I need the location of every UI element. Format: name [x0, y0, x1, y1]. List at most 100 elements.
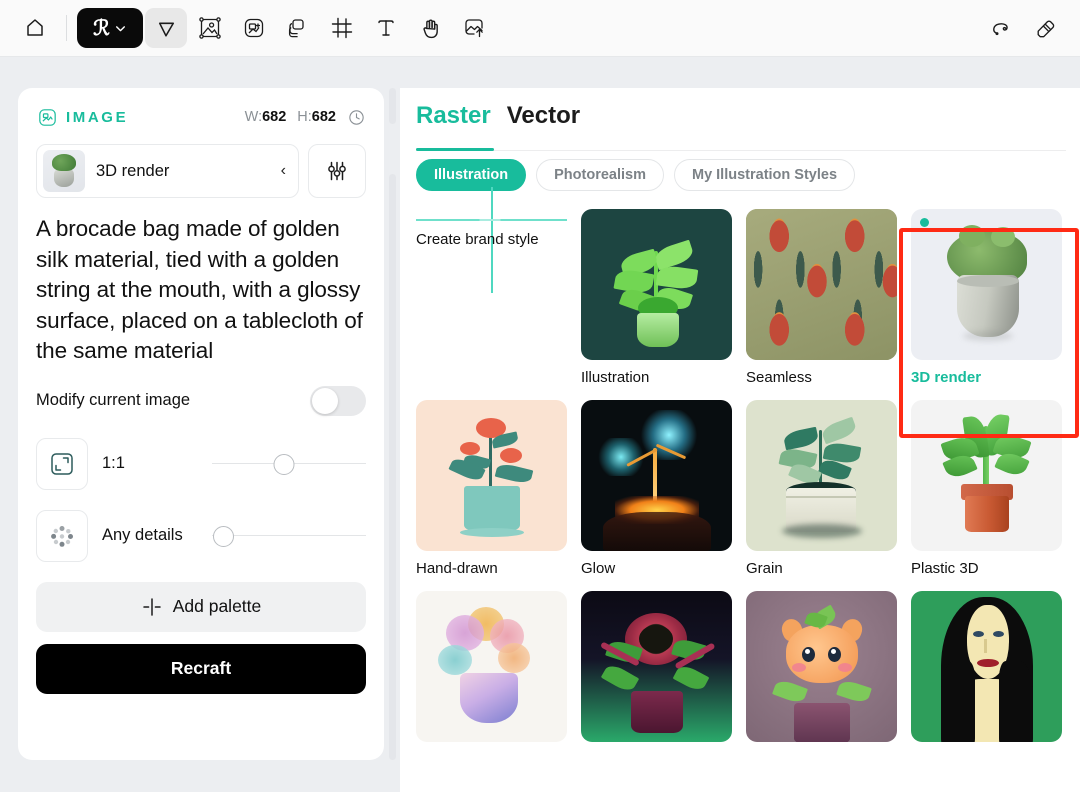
slider-track — [212, 534, 366, 537]
aspect-ratio-label: 1:1 — [102, 454, 125, 473]
details-slider[interactable] — [212, 524, 366, 548]
image-section-icon — [36, 106, 58, 128]
plus-icon — [141, 596, 163, 618]
style-label: 3D render — [911, 369, 982, 386]
text-icon[interactable] — [365, 8, 407, 48]
style-card-watercolor[interactable] — [416, 591, 567, 751]
style-card-glow[interactable]: Glow — [581, 400, 732, 577]
prompt-text[interactable]: A brocade bag made of golden silk materi… — [36, 214, 366, 367]
app-root: ℛ IMAGE W:682 H:682 3D render ‹ A brocad… — [0, 0, 1080, 792]
tab-vector[interactable]: Vector — [507, 102, 580, 139]
style-thumbnail-plastic-3d[interactable] — [911, 400, 1062, 551]
style-label: Illustration — [581, 369, 650, 386]
style-row: 3D render ‹ — [36, 144, 366, 198]
style-card-hand-drawn[interactable]: Hand-drawn — [416, 400, 567, 577]
details-row: Any details — [36, 509, 366, 562]
create-brand-style-tile[interactable]: Create brand style — [416, 187, 567, 360]
toggle-knob — [312, 387, 338, 414]
add-palette-button[interactable]: Add palette — [36, 581, 366, 632]
aspect-ratio-icon[interactable] — [36, 437, 88, 490]
style-label: Hand-drawn — [416, 560, 498, 577]
upload-image-icon[interactable] — [453, 8, 495, 48]
toolbar-divider — [66, 15, 67, 41]
home-icon[interactable] — [14, 8, 56, 48]
panel-header: IMAGE W:682 H:682 — [36, 106, 366, 128]
style-thumbnail-hand-drawn[interactable] — [416, 400, 567, 551]
active-tab-underline — [416, 148, 494, 151]
modify-current-image-row: Modify current image — [36, 385, 366, 416]
lasso-scribble-icon[interactable] — [980, 8, 1022, 48]
style-label: Glow — [581, 560, 616, 577]
selected-badge-dot — [920, 218, 929, 227]
page-title: IMAGE — [66, 108, 129, 126]
scrollbar-thumb-main[interactable] — [389, 174, 396, 760]
width-readout: W:682 — [245, 109, 287, 125]
sliders-icon[interactable] — [308, 144, 366, 198]
style-grid: Create brand style Illustration Seamless… — [400, 187, 1080, 751]
top-toolbar: ℛ — [0, 0, 1080, 57]
style-name: 3D render — [96, 161, 170, 180]
chevron-left-icon: ‹ — [280, 162, 286, 179]
image-dimensions: W:682 H:682 — [245, 108, 366, 127]
width-value: 682 — [262, 109, 287, 125]
slider-thumb[interactable] — [273, 453, 295, 475]
style-thumbnail-seamless[interactable] — [746, 209, 897, 360]
eraser-icon[interactable] — [1024, 8, 1066, 48]
aspect-ratio-row: 1:1 — [36, 437, 366, 490]
height-label: H: — [297, 109, 312, 125]
generate-image-icon[interactable] — [233, 8, 275, 48]
recraft-logo[interactable]: ℛ — [77, 8, 143, 48]
style-card-grain[interactable]: Grain — [746, 400, 897, 577]
style-selector[interactable]: 3D render ‹ — [36, 144, 299, 198]
chip-my-illustration-styles[interactable]: My Illustration Styles — [673, 159, 856, 191]
chip-illustration[interactable]: Illustration — [416, 159, 527, 191]
add-palette-label: Add palette — [172, 596, 262, 617]
style-thumbnail-kawaii[interactable] — [746, 591, 897, 742]
left-panel-scrollbar[interactable] — [389, 88, 396, 760]
chip-photorealism[interactable]: Photorealism — [536, 159, 664, 191]
style-thumbnail-illustration[interactable] — [581, 209, 732, 360]
scrollbar-thumb-top[interactable] — [389, 88, 396, 124]
style-thumbnail-horror[interactable] — [581, 591, 732, 742]
modify-current-image-label: Modify current image — [36, 391, 191, 410]
style-thumbnail-glow[interactable] — [581, 400, 732, 551]
recraft-logo-glyph: ℛ — [93, 14, 110, 40]
styles-panel: Raster Vector Illustration Photorealism … — [400, 88, 1080, 792]
style-thumbnail-grain[interactable] — [746, 400, 897, 551]
details-dots-icon[interactable] — [36, 509, 88, 562]
left-panel-wrapper: IMAGE W:682 H:682 3D render ‹ A brocade … — [18, 88, 396, 760]
style-card-3d-render[interactable]: 3D render — [911, 209, 1062, 386]
style-category-chips: Illustration Photorealism My Illustratio… — [400, 139, 1080, 191]
recraft-button[interactable]: Recraft — [36, 643, 366, 694]
tab-raster[interactable]: Raster — [416, 102, 491, 139]
style-card-horror[interactable] — [581, 591, 732, 751]
style-thumbnail-3d-render[interactable] — [911, 209, 1062, 360]
crop-frame-icon[interactable] — [321, 8, 363, 48]
layers-icon[interactable] — [277, 8, 319, 48]
style-thumbnail-portrait[interactable] — [911, 591, 1062, 742]
width-label: W: — [244, 109, 263, 125]
style-card-kawaii[interactable] — [746, 591, 897, 751]
image-settings-panel: IMAGE W:682 H:682 3D render ‹ A brocade … — [18, 88, 384, 760]
style-thumbnail-watercolor[interactable] — [416, 591, 567, 742]
style-label: Grain — [746, 560, 783, 577]
clock-icon[interactable] — [347, 108, 366, 127]
create-brand-style-label: Create brand style — [416, 231, 539, 248]
style-card-create-brand[interactable]: Create brand style — [416, 187, 567, 386]
height-readout: H:682 — [297, 109, 336, 125]
height-value: 682 — [311, 109, 336, 125]
select-cursor-icon[interactable] — [145, 8, 187, 48]
style-thumbnail — [43, 150, 85, 192]
tabs-rule — [416, 150, 1066, 151]
hand-icon[interactable] — [409, 8, 451, 48]
slider-thumb[interactable] — [213, 525, 234, 547]
style-card-plastic-3d[interactable]: Plastic 3D — [911, 400, 1062, 577]
style-card-portrait[interactable] — [911, 591, 1062, 751]
image-frame-icon[interactable] — [189, 8, 231, 48]
style-card-seamless[interactable]: Seamless — [746, 209, 897, 386]
aspect-ratio-slider[interactable] — [212, 452, 366, 476]
style-label: Plastic 3D — [911, 560, 979, 577]
brand-crosshair-horizontal — [416, 219, 567, 221]
modify-current-image-toggle[interactable] — [310, 385, 366, 416]
style-card-illustration[interactable]: Illustration — [581, 209, 732, 386]
